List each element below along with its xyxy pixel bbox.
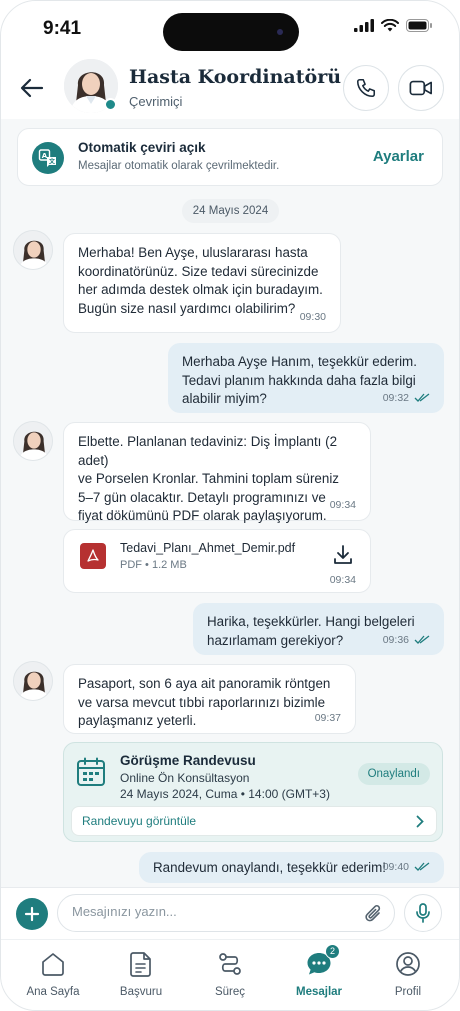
message-line: 5–7 gün olacaktır. Detaylı programınızı … [78, 489, 326, 505]
message-bubble-outgoing[interactable]: Merhaba Ayşe Hanım, teşekkür ederim. Ted… [168, 343, 444, 413]
process-icon [219, 953, 241, 975]
tab-process[interactable]: Süreç [192, 948, 268, 998]
pdf-file-icon [80, 543, 106, 569]
message-line: Merhaba! Ben Ayşe, uluslararası hasta [78, 245, 308, 260]
agent-avatar [13, 661, 53, 701]
back-button[interactable] [17, 73, 47, 103]
call-button[interactable] [343, 65, 389, 111]
auto-translate-banner: A文 Otomatik çeviri açık Mesajlar otomati… [17, 128, 443, 186]
date-separator: 24 Mayıs 2024 [182, 199, 279, 223]
microphone-icon [416, 903, 430, 923]
message-line: paylaşmanız yeterli. [78, 713, 197, 728]
message-time: 09:34 [329, 498, 356, 511]
tab-home[interactable]: Ana Sayfa [15, 948, 91, 998]
tab-profile[interactable]: Profil [370, 948, 446, 998]
appointment-datetime: 24 Mayıs 2024, Cuma • 14:00 (GMT+3) [120, 787, 330, 801]
message-time: 09:30 [299, 310, 326, 323]
read-check-icon [414, 635, 430, 645]
tab-label: Süreç [214, 986, 246, 998]
message-line: ve Porselen Kronlar. Tahmini toplam süre… [78, 471, 339, 486]
tab-label: Başvuru [119, 986, 163, 998]
agent-avatar [13, 421, 53, 461]
online-indicator [104, 98, 117, 111]
tab-messages[interactable]: 2 Mesajlar [281, 944, 357, 998]
message-line: Pasaport, son 6 aya ait panoramik röntge… [78, 676, 331, 691]
message-line: Elbette. Planlanan tedaviniz: Diş İmplan… [78, 434, 338, 468]
message-input[interactable] [72, 904, 362, 919]
svg-text:文: 文 [48, 158, 56, 166]
back-arrow-icon [20, 78, 44, 98]
attachment-filename: Tedavi_Planı_Ahmet_Demir.pdf [120, 541, 296, 555]
read-check-icon [414, 393, 430, 403]
video-camera-icon [409, 80, 432, 96]
agent-avatar [13, 230, 53, 270]
attachment-time: 09:34 [329, 574, 356, 586]
tab-label: Profil [394, 986, 422, 998]
view-appointment-label: Randevuyu görüntüle [82, 814, 197, 828]
calendar-icon [76, 757, 106, 792]
wifi-icon [381, 19, 399, 32]
document-icon [130, 952, 151, 977]
message-line: fiyat dökümünü PDF olarak paylaşıyorum. [78, 508, 327, 523]
message-line: Harika, teşekkürler. Hangi belgeleri [207, 614, 415, 629]
paperclip-icon[interactable] [364, 903, 384, 925]
status-icons [354, 19, 433, 32]
phone-screen: 9:41 Hasta Koordinatörü Çevrimiçi A 文 Ot… [0, 0, 460, 1011]
read-check-icon [414, 862, 430, 872]
add-attachment-button[interactable] [16, 898, 48, 930]
message-time: 09:36 [383, 631, 430, 650]
pdf-attachment[interactable]: Tedavi_Planı_Ahmet_Demir.pdf PDF • 1.2 M… [63, 529, 371, 593]
message-line: Tedavi planım hakkında daha fazla bilgi [182, 372, 416, 388]
message-composer [1, 887, 459, 939]
status-time: 9:41 [43, 18, 82, 39]
plus-icon [24, 906, 40, 922]
video-call-button[interactable] [398, 65, 444, 111]
home-icon [42, 953, 64, 976]
message-bubble-outgoing[interactable]: Randevum onaylandı, teşekkür ederim! 09:… [139, 852, 444, 883]
status-bar: 9:41 [1, 1, 459, 57]
phone-icon [356, 78, 376, 98]
message-line: Merhaba Ayşe Hanım, teşekkür ederim. [182, 354, 417, 369]
message-bubble-outgoing[interactable]: Harika, teşekkürler. Hangi belgeleri haz… [193, 603, 444, 655]
appointment-card: Görüşme Randevusu Online Ön Konsültasyon… [63, 742, 443, 842]
chat-title: Hasta Koordinatörü [129, 66, 342, 88]
chevron-right-icon [416, 815, 424, 828]
translate-icon: A文 [32, 142, 64, 174]
message-line: koordinatörünüz. Size tedavi sürecinizde [78, 263, 319, 279]
message-bubble-incoming[interactable]: Pasaport, son 6 aya ait panoramik röntge… [63, 664, 356, 734]
message-bubble-incoming[interactable]: Merhaba! Ben Ayşe, uluslararası hasta ko… [63, 233, 341, 333]
banner-title: Otomatik çeviri açık [78, 140, 206, 155]
appointment-type: Online Ön Konsültasyon [120, 771, 250, 785]
download-icon [334, 545, 352, 564]
battery-icon [406, 19, 432, 32]
download-button[interactable] [332, 544, 354, 571]
bottom-tab-bar: Ana Sayfa Başvuru Süreç 2 Mesajlar Profi… [1, 939, 459, 1010]
message-time: 09:32 [383, 389, 430, 408]
signal-icon [354, 19, 374, 32]
message-time: 09:37 [314, 711, 341, 724]
banner-subtitle: Mesajlar otomatik olarak çevrilmektedir. [78, 160, 280, 172]
message-line: Bugün size nasıl yardımcı olabilirim? [78, 300, 296, 316]
unread-badge: 2 [325, 944, 340, 959]
appointment-title: Görüşme Randevusu [120, 753, 256, 768]
translate-settings-link[interactable]: Ayarlar [373, 148, 424, 165]
message-line: ve varsa mevcut tıbbi raporlarınızı bizi… [78, 694, 326, 710]
appointment-status-badge: Onaylandı [357, 763, 430, 785]
tab-label: Mesajlar [295, 986, 343, 998]
profile-icon [396, 952, 420, 976]
online-status: Çevrimiçi [129, 94, 183, 109]
voice-message-button[interactable] [404, 894, 442, 932]
view-appointment-button[interactable]: Randevuyu görüntüle [71, 806, 437, 836]
chat-header: Hasta Koordinatörü Çevrimiçi [1, 57, 459, 119]
attachment-meta: PDF • 1.2 MB [120, 559, 187, 571]
message-bubble-incoming[interactable]: Elbette. Planlanan tedaviniz: Diş İmplan… [63, 422, 371, 523]
message-time: 09:40 [383, 858, 430, 877]
dynamic-island [163, 13, 299, 51]
message-line: her adımda destek olmak için buradayım. [78, 282, 323, 297]
message-input-field [57, 894, 395, 932]
tab-application[interactable]: Başvuru [103, 948, 179, 998]
svg-text:A: A [42, 152, 48, 160]
tab-label: Ana Sayfa [26, 986, 80, 998]
